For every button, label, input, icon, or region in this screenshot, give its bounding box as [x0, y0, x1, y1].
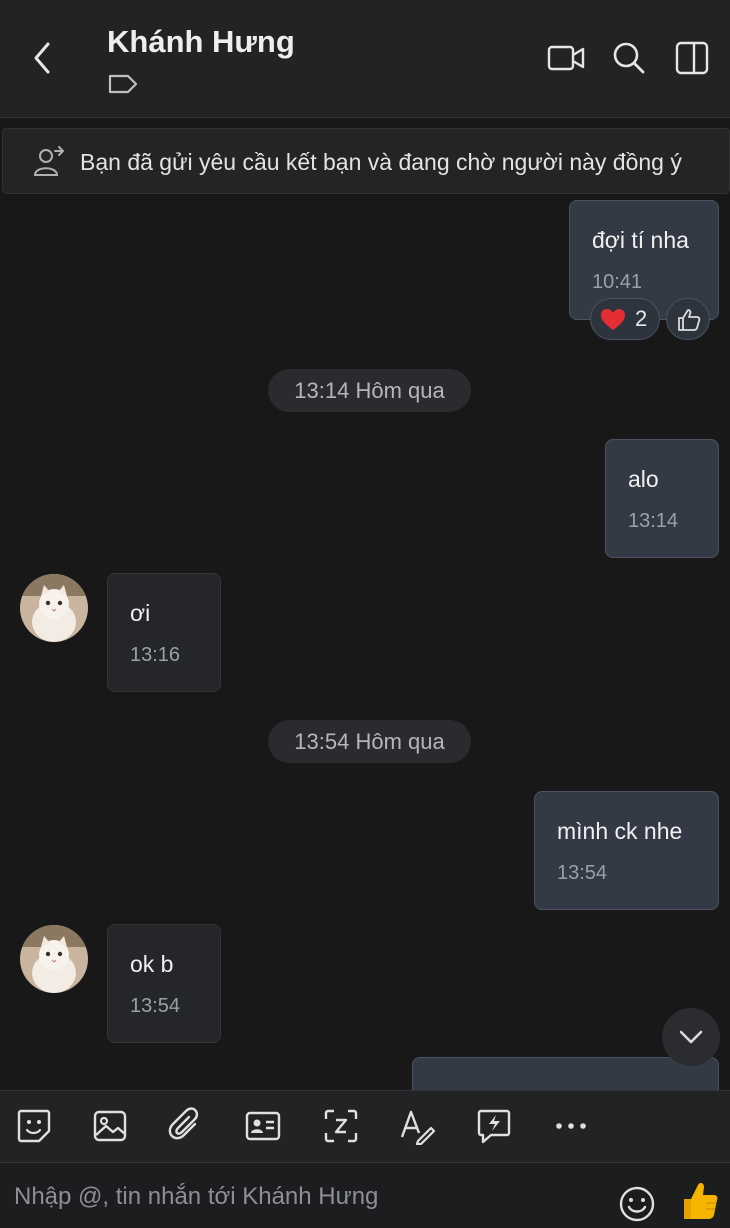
video-call-icon[interactable]	[546, 38, 586, 78]
reaction-count: 2	[635, 306, 648, 331]
message-bubble-outgoing[interactable]: mình ck nhe 13:54	[534, 791, 719, 910]
message-text: mình ck nhe	[557, 818, 683, 844]
thumbs-up-send-icon[interactable]	[680, 1179, 720, 1223]
message-time: 13:54	[130, 995, 181, 1017]
message-text: đợi tí nha	[592, 227, 689, 253]
message-text: ok b	[130, 951, 174, 977]
chat-header: Khánh Hưng	[0, 0, 730, 118]
more-icon[interactable]	[552, 1107, 590, 1145]
message-text: alo	[628, 466, 659, 492]
contact-card-icon[interactable]	[244, 1107, 282, 1145]
cat-avatar-icon	[20, 574, 88, 642]
scroll-to-bottom-button[interactable]	[662, 1008, 720, 1066]
attachment-icon[interactable]	[167, 1107, 205, 1145]
message-time: 13:16	[130, 644, 181, 666]
reaction-like-button[interactable]	[666, 298, 710, 340]
message-input[interactable]	[14, 1177, 594, 1217]
text-format-icon[interactable]	[398, 1107, 436, 1145]
message-time: 13:14	[628, 510, 679, 532]
image-icon[interactable]	[91, 1107, 129, 1145]
quick-message-icon[interactable]	[475, 1107, 513, 1145]
screenshot-icon[interactable]	[322, 1107, 360, 1145]
tag-icon[interactable]	[106, 70, 140, 98]
thumbs-up-icon	[678, 309, 701, 331]
sticker-icon[interactable]	[15, 1107, 53, 1145]
contact-name[interactable]: Khánh Hưng	[107, 24, 295, 60]
message-composer	[0, 1162, 730, 1228]
cat-avatar-icon	[20, 925, 88, 993]
search-icon[interactable]	[609, 38, 649, 78]
message-bubble-incoming[interactable]: ok b 13:54	[107, 924, 221, 1043]
avatar[interactable]	[20, 574, 88, 642]
message-time: 10:41	[592, 271, 643, 293]
avatar[interactable]	[20, 925, 88, 993]
emoji-icon[interactable]	[618, 1185, 656, 1223]
message-time: 13:54	[557, 862, 608, 884]
heart-icon	[601, 309, 625, 330]
side-panel-icon[interactable]	[672, 38, 712, 78]
friend-request-banner: Bạn đã gửi yêu cầu kết bạn và đang chờ n…	[2, 128, 730, 194]
date-separator: 13:14 Hôm qua	[268, 369, 471, 412]
back-arrow-icon[interactable]	[24, 36, 64, 80]
reaction-heart[interactable]: 2	[590, 298, 660, 340]
banner-text: Bạn đã gửi yêu cầu kết bạn và đang chờ n…	[80, 149, 682, 175]
composer-toolbar	[0, 1090, 730, 1162]
message-bubble-outgoing[interactable]: alo 13:14	[605, 439, 719, 558]
message-bubble-incoming[interactable]: ơi 13:16	[107, 573, 221, 692]
user-request-icon	[33, 145, 67, 179]
chevron-down-icon	[679, 1030, 703, 1044]
message-text: ơi	[130, 600, 151, 626]
date-separator: 13:54 Hôm qua	[268, 720, 471, 763]
